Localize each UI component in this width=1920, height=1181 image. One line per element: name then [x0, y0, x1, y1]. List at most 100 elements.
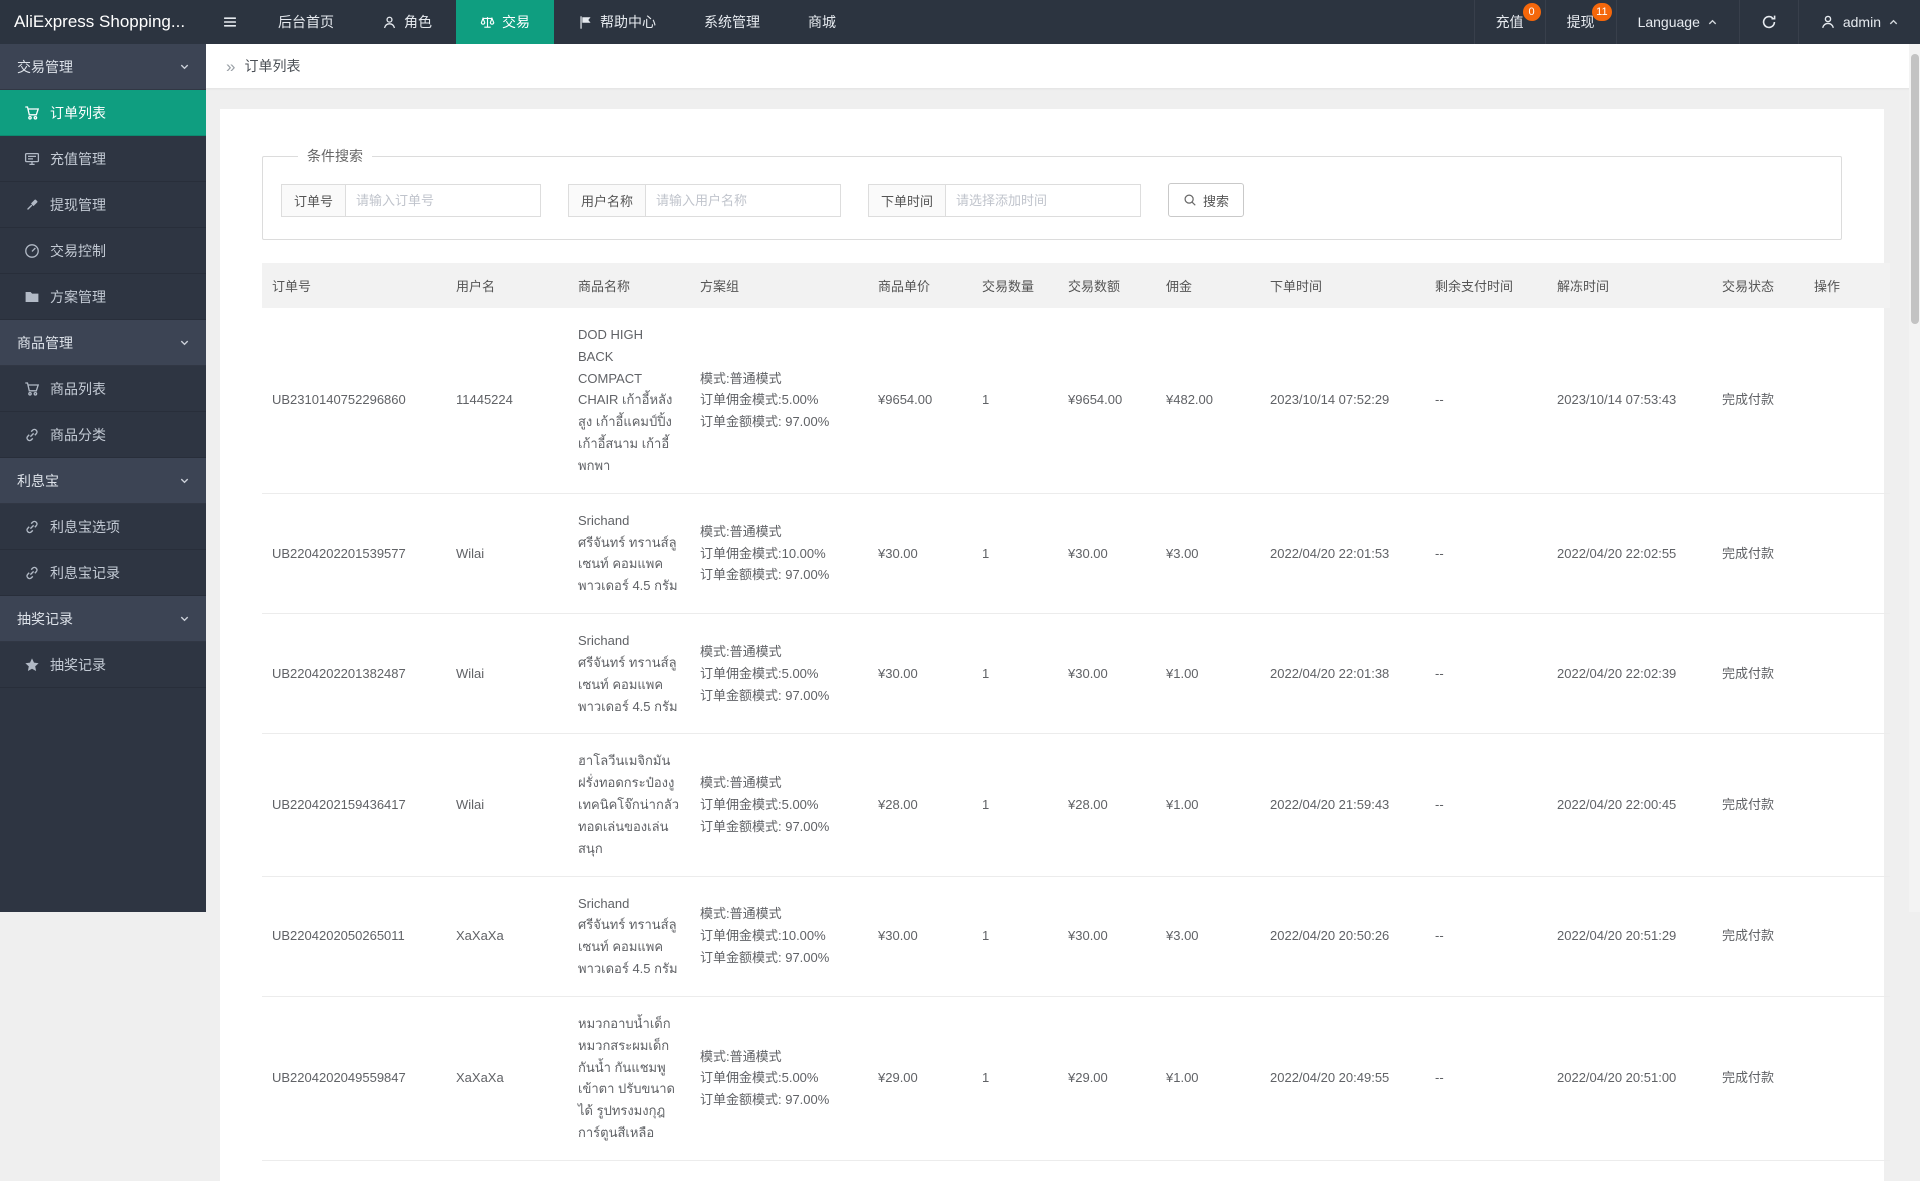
table-cell: 完成付款	[1712, 493, 1804, 613]
navbar-right: 充值 0 提现 11 Language admin	[1474, 0, 1920, 44]
scrollbar-thumb[interactable]	[1911, 54, 1919, 324]
link-icon	[24, 519, 40, 535]
admin-label: admin	[1843, 14, 1881, 30]
sidebar-section-3[interactable]: 抽奖记录	[0, 596, 206, 642]
nav-item-0[interactable]: 后台首页	[254, 0, 358, 44]
refresh-icon	[1761, 14, 1777, 30]
orders-table-body: UB231014075229686011445224DOD HIGH BACK …	[262, 308, 1890, 1160]
order-time-input[interactable]	[945, 184, 1141, 217]
table-header-cell: 商品单价	[868, 263, 972, 308]
table-row[interactable]: UB2204202049559847XaXaXaหมวกอาบน้ำเด็ก ห…	[262, 996, 1890, 1160]
sidebar-item-0-0[interactable]: 订单列表	[0, 90, 206, 136]
sidebar-item-0-1[interactable]: 充值管理	[0, 136, 206, 182]
table-cell	[1804, 876, 1890, 996]
order-no-group: 订单号	[281, 184, 541, 217]
cart-icon	[24, 105, 40, 121]
table-header-cell: 剩余支付时间	[1425, 263, 1547, 308]
table-header-cell: 用户名	[446, 263, 568, 308]
orders-table: 订单号用户名商品名称方案组商品单价交易数量交易数额佣金下单时间剩余支付时间解冻时…	[262, 263, 1890, 1161]
table-cell: ฮาโลวีนเมจิกมันฝรั่งทอดกระป๋องงู เทคนิคโ…	[568, 734, 690, 876]
table-cell: UB2204202049559847	[262, 996, 446, 1160]
table-cell: 1	[972, 734, 1058, 876]
search-button-label: 搜索	[1203, 191, 1229, 210]
sidebar-menu: 交易管理订单列表充值管理提现管理交易控制方案管理商品管理商品列表商品分类利息宝利…	[0, 44, 206, 688]
table-row[interactable]: UB2204202159436417Wilaiฮาโลวีนเมจิกมันฝร…	[262, 734, 1890, 876]
order-no-input[interactable]	[345, 184, 541, 217]
table-header-row: 订单号用户名商品名称方案组商品单价交易数量交易数额佣金下单时间剩余支付时间解冻时…	[262, 263, 1890, 308]
nav-item-5[interactable]: 商城	[784, 0, 860, 44]
table-cell: UB2204202050265011	[262, 876, 446, 996]
language-menu[interactable]: Language	[1616, 0, 1739, 44]
table-cell: 完成付款	[1712, 996, 1804, 1160]
sidebar-item-2-1[interactable]: 利息宝记录	[0, 550, 206, 596]
sidebar-toggle-button[interactable]	[206, 0, 254, 44]
table-cell: ¥9654.00	[868, 308, 972, 493]
table-cell: 2022/04/20 20:50:26	[1260, 876, 1425, 996]
table-cell: 完成付款	[1712, 876, 1804, 996]
table-header-cell: 交易状态	[1712, 263, 1804, 308]
search-button[interactable]: 搜索	[1168, 183, 1244, 217]
page-scrollbar[interactable]	[1909, 44, 1920, 912]
table-cell: 完成付款	[1712, 308, 1804, 493]
recharge-label: 充值	[1496, 12, 1524, 32]
sidebar-item-1-0[interactable]: 商品列表	[0, 366, 206, 412]
page-title: 订单列表	[244, 56, 300, 76]
cart-icon	[24, 381, 40, 397]
table-cell: --	[1425, 614, 1547, 734]
admin-menu[interactable]: admin	[1798, 0, 1920, 44]
table-cell: ¥29.00	[1058, 996, 1156, 1160]
chevronDown-icon	[179, 613, 190, 624]
table-row[interactable]: UB2204202201382487WilaiSrichand ศรีจันทร…	[262, 614, 1890, 734]
table-header-cell: 交易数量	[972, 263, 1058, 308]
table-row[interactable]: UB2204202050265011XaXaXaSrichand ศรีจันท…	[262, 876, 1890, 996]
nav-item-1[interactable]: 角色	[358, 0, 456, 44]
table-cell: ¥29.00	[868, 996, 972, 1160]
sidebar-section-1[interactable]: 商品管理	[0, 320, 206, 366]
table-header-cell: 交易数额	[1058, 263, 1156, 308]
withdraw-label: 提现	[1567, 12, 1595, 32]
sidebar-item-0-3[interactable]: 交易控制	[0, 228, 206, 274]
table-cell: 模式:普通模式订单佣金模式:5.00%订单金额模式: 97.00%	[690, 614, 868, 734]
table-cell: ¥30.00	[868, 876, 972, 996]
sidebar-item-1-1[interactable]: 商品分类	[0, 412, 206, 458]
table-row[interactable]: UB2204202201539577WilaiSrichand ศรีจันทร…	[262, 493, 1890, 613]
table-header-cell: 商品名称	[568, 263, 690, 308]
table-cell: ¥9654.00	[1058, 308, 1156, 493]
table-row[interactable]: UB231014075229686011445224DOD HIGH BACK …	[262, 308, 1890, 493]
sidebar-section-0[interactable]: 交易管理	[0, 44, 206, 90]
table-cell: ¥3.00	[1156, 876, 1260, 996]
sidebar-item-0-4[interactable]: 方案管理	[0, 274, 206, 320]
recharge-button[interactable]: 充值 0	[1474, 0, 1545, 44]
sidebar-section-2[interactable]: 利息宝	[0, 458, 206, 504]
orders-table-head: 订单号用户名商品名称方案组商品单价交易数量交易数额佣金下单时间剩余支付时间解冻时…	[262, 263, 1890, 308]
table-cell: ¥482.00	[1156, 308, 1260, 493]
table-cell: หมวกอาบน้ำเด็ก หมวกสระผมเด็ก กันน้ำ กันแ…	[568, 996, 690, 1160]
table-cell: UB2204202201382487	[262, 614, 446, 734]
table-cell: 模式:普通模式订单佣金模式:5.00%订单金额模式: 97.00%	[690, 734, 868, 876]
sidebar-item-3-0[interactable]: 抽奖记录	[0, 642, 206, 688]
search-icon	[1183, 193, 1197, 207]
card-icon	[24, 151, 40, 167]
nav-item-2[interactable]: 交易	[456, 0, 554, 44]
table-cell: Wilai	[446, 493, 568, 613]
chevron-up-icon	[1888, 17, 1899, 28]
nav-item-4[interactable]: 系统管理	[680, 0, 784, 44]
table-cell	[1804, 493, 1890, 613]
sidebar-item-2-0[interactable]: 利息宝选项	[0, 504, 206, 550]
table-cell: --	[1425, 996, 1547, 1160]
withdraw-button[interactable]: 提现 11	[1545, 0, 1616, 44]
refresh-button[interactable]	[1739, 0, 1798, 44]
sidebar: 交易管理订单列表充值管理提现管理交易控制方案管理商品管理商品列表商品分类利息宝利…	[0, 44, 206, 912]
orders-table-wrap: 订单号用户名商品名称方案组商品单价交易数量交易数额佣金下单时间剩余支付时间解冻时…	[262, 263, 1842, 1161]
table-cell: XaXaXa	[446, 876, 568, 996]
sidebar-item-0-2[interactable]: 提现管理	[0, 182, 206, 228]
orders-panel: 条件搜索 订单号 用户名称 下单时间	[220, 109, 1884, 1181]
table-cell: 11445224	[446, 308, 568, 493]
table-cell: 模式:普通模式订单佣金模式:5.00%订单金额模式: 97.00%	[690, 996, 868, 1160]
star-icon	[24, 657, 40, 673]
username-input[interactable]	[645, 184, 841, 217]
nav-item-3[interactable]: 帮助中心	[554, 0, 680, 44]
table-cell: 2022/04/20 20:49:55	[1260, 996, 1425, 1160]
flag-icon	[578, 15, 593, 30]
breadcrumb-arrow-icon: »	[226, 58, 235, 75]
